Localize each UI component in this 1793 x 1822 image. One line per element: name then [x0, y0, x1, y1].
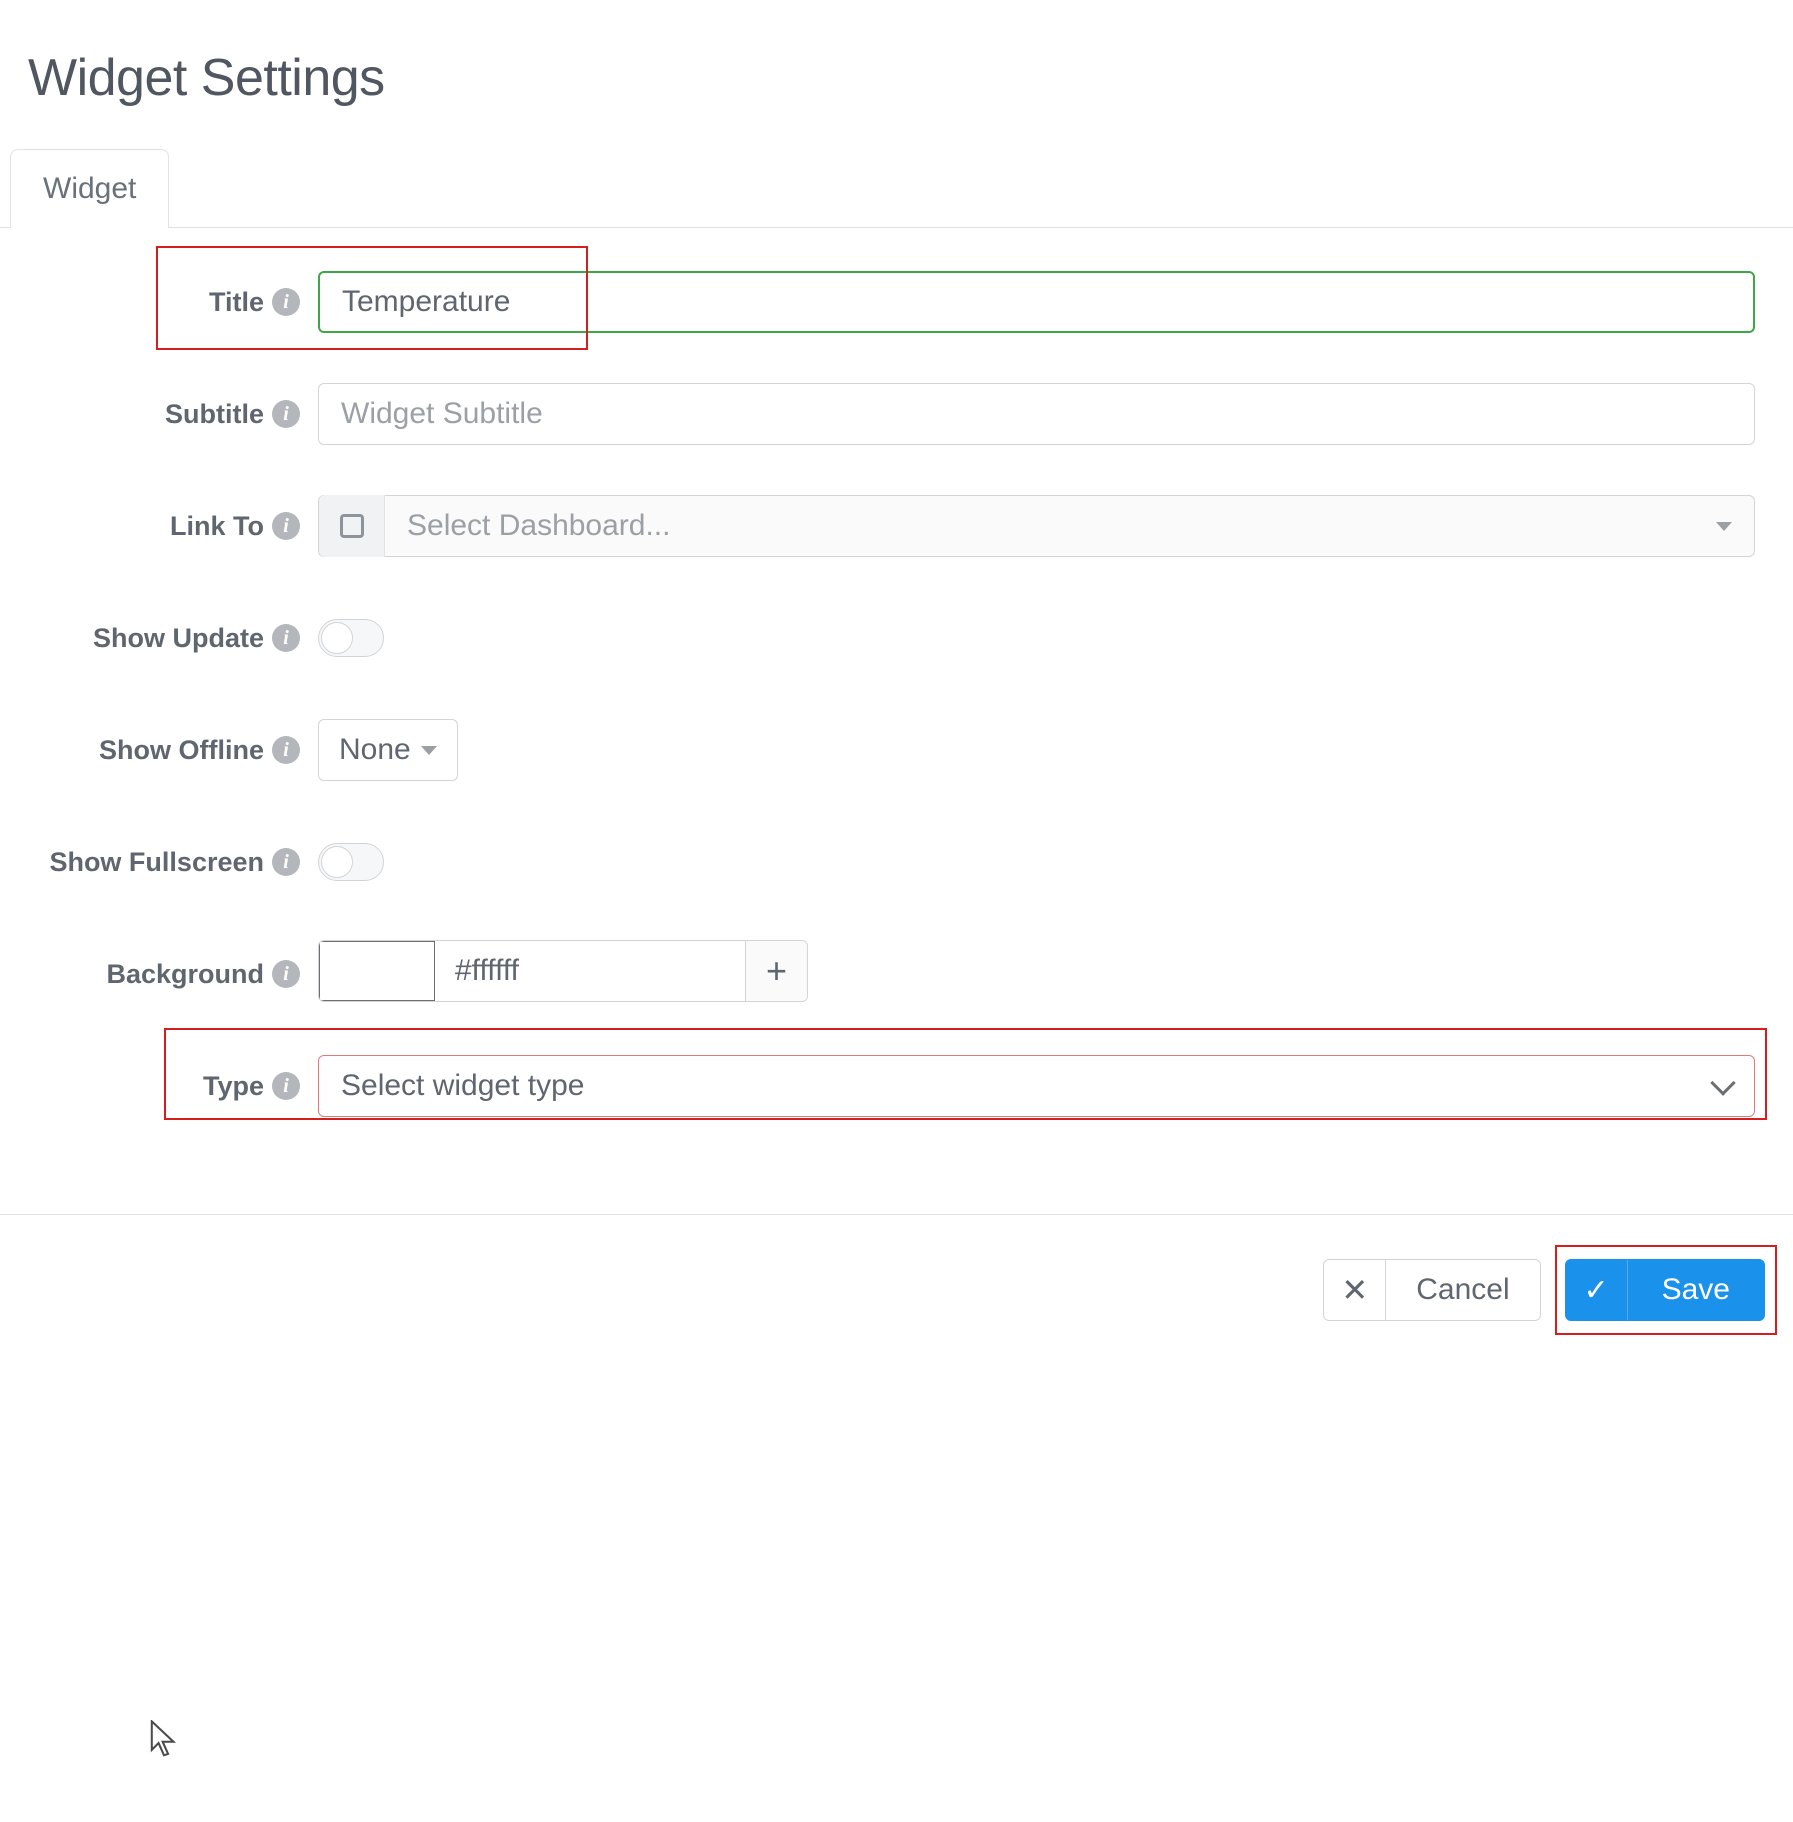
type-placeholder: Select widget type	[341, 1069, 584, 1103]
check-icon: ✓	[1584, 1273, 1609, 1308]
page-title: Widget Settings	[28, 48, 1765, 108]
close-icon: ✕	[1341, 1271, 1368, 1309]
save-label: Save	[1628, 1260, 1764, 1320]
info-icon[interactable]: i	[272, 288, 300, 316]
info-icon[interactable]: i	[272, 1072, 300, 1100]
info-icon[interactable]: i	[272, 512, 300, 540]
show-fullscreen-toggle[interactable]	[318, 843, 384, 881]
type-label: Type	[203, 1071, 264, 1102]
caret-down-icon	[1716, 522, 1732, 531]
checkbox-unchecked-icon	[340, 514, 364, 538]
save-button[interactable]: ✓ Save	[1565, 1259, 1765, 1321]
show-offline-label: Show Offline	[99, 735, 264, 766]
linkto-select[interactable]: Select Dashboard...	[385, 496, 1754, 556]
cancel-button[interactable]: ✕ Cancel	[1323, 1259, 1540, 1321]
show-update-toggle[interactable]	[318, 619, 384, 657]
plus-icon: +	[766, 950, 787, 992]
show-fullscreen-label: Show Fullscreen	[49, 847, 264, 878]
background-add-button[interactable]: +	[745, 941, 807, 1001]
subtitle-input[interactable]	[318, 383, 1755, 445]
info-icon[interactable]: i	[272, 400, 300, 428]
show-offline-select[interactable]: None	[318, 719, 458, 781]
background-label: Background	[106, 959, 264, 990]
cancel-label: Cancel	[1386, 1260, 1539, 1320]
subtitle-label: Subtitle	[165, 399, 264, 430]
background-color-swatch[interactable]	[318, 940, 436, 1002]
chevron-down-icon	[1710, 1070, 1735, 1095]
title-label: Title	[209, 287, 264, 318]
info-icon[interactable]: i	[272, 736, 300, 764]
tab-widget[interactable]: Widget	[10, 149, 169, 228]
toggle-knob-icon	[321, 622, 353, 654]
title-input[interactable]	[318, 271, 1755, 333]
info-icon[interactable]: i	[272, 960, 300, 988]
linkto-checkbox[interactable]	[319, 495, 385, 557]
info-icon[interactable]: i	[272, 848, 300, 876]
type-select[interactable]: Select widget type	[318, 1055, 1755, 1117]
background-color-input[interactable]	[435, 941, 745, 1001]
show-offline-value: None	[339, 733, 411, 767]
settings-form: Title i Subtitle i Link To i	[28, 228, 1765, 1184]
linkto-placeholder: Select Dashboard...	[407, 509, 670, 543]
caret-down-icon	[421, 746, 437, 755]
tabs: Widget	[0, 148, 1793, 228]
toggle-knob-icon	[321, 846, 353, 878]
show-update-label: Show Update	[93, 623, 264, 654]
linkto-label: Link To	[170, 511, 264, 542]
footer: ✕ Cancel ✓ Save	[0, 1214, 1793, 1341]
info-icon[interactable]: i	[272, 624, 300, 652]
